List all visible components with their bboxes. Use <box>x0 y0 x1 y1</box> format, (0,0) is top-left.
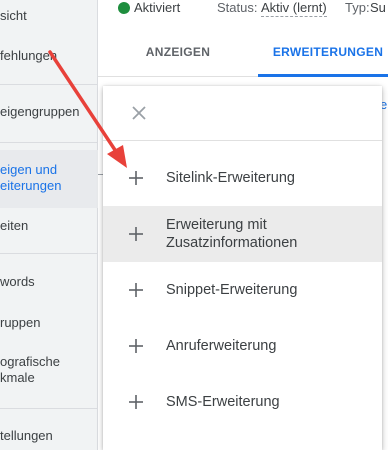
menu-item-sitelink-extension[interactable]: Sitelink-Erweiterung <box>103 150 382 206</box>
sidebar-item-audiences[interactable]: ruppen <box>0 315 98 331</box>
menu-item-label-line2: Zusatzinformationen <box>166 235 298 251</box>
menu-item-sms-extension[interactable]: SMS-Erweiterung <box>103 374 382 430</box>
extension-type-menu: Sitelink-Erweiterung Erweiterung mit Zus… <box>103 86 382 450</box>
sidebar-item-label: sicht <box>0 8 27 23</box>
menu-item-label-line1: Erweiterung mit <box>166 217 267 233</box>
sidebar-item-label-line1: ografische <box>0 354 60 369</box>
sidebar-item-label: eiten <box>0 218 29 233</box>
menu-item-snippet-extension[interactable]: Snippet-Erweiterung <box>103 262 382 318</box>
menu-item-call-extension[interactable]: Anruferweiterung <box>103 318 382 374</box>
plus-icon <box>129 227 143 241</box>
sidebar-item-label: fehlungen <box>0 48 58 63</box>
status-dot-icon <box>118 2 130 14</box>
tab-ads[interactable]: ANZEIGEN <box>98 28 258 76</box>
sidebar-item-landing-pages[interactable]: eiten <box>0 218 98 234</box>
sidebar-item-keywords[interactable]: words <box>0 274 98 290</box>
sidebar-item-label: eigengruppen <box>0 104 80 119</box>
sidebar-item-label: tellungen <box>0 428 53 443</box>
menu-item-callout-extension[interactable]: Erweiterung mit Zusatzinformationen <box>103 206 382 262</box>
sidebar-divider <box>0 408 98 409</box>
active-tab-indicator <box>258 74 388 77</box>
status-value[interactable]: Aktiv (lernt) <box>261 0 327 17</box>
sidebar-item-ads-and-extensions[interactable]: eigen und eiterungen <box>0 150 98 208</box>
plus-icon <box>129 171 143 185</box>
menu-item-label: Anruferweiterung <box>166 338 277 354</box>
type-value: Su <box>370 0 386 15</box>
status-label: Status: <box>217 0 258 15</box>
sidebar-item-label: words <box>0 274 35 289</box>
status-bar: Aktiviert Status: Aktiv (lernt) Typ: Su <box>98 0 388 28</box>
plus-icon <box>129 283 143 297</box>
sidebar-item-overview[interactable]: sicht <box>0 8 98 24</box>
menu-header <box>103 86 382 141</box>
sidebar-item-label-line2: eiterungen <box>0 178 62 193</box>
sidebar-divider <box>0 142 98 143</box>
sidebar-divider <box>0 253 98 254</box>
plus-icon <box>129 395 143 409</box>
tab-bar: ANZEIGEN ERWEITERUNGEN <box>98 28 388 77</box>
menu-item-label: Sitelink-Erweiterung <box>166 170 295 186</box>
left-navigation: sicht fehlungen eigengruppen eigen und e… <box>0 0 98 450</box>
sidebar-divider <box>0 84 98 85</box>
sidebar-item-label-line1: eigen und <box>0 162 58 177</box>
close-icon[interactable] <box>130 104 148 122</box>
tab-extensions[interactable]: ERWEITERUNGEN <box>258 28 388 76</box>
sidebar-item-label-line2: kmale <box>0 370 35 385</box>
menu-item-label: SMS-Erweiterung <box>166 394 280 410</box>
sidebar-item-recommendations[interactable]: fehlungen <box>0 48 98 64</box>
plus-icon <box>129 339 143 353</box>
sidebar-item-settings[interactable]: tellungen <box>0 428 98 444</box>
type-label: Typ: <box>345 0 370 15</box>
sidebar-item-demographics[interactable]: ografische kmale <box>0 354 98 386</box>
menu-item-label: Snippet-Erweiterung <box>166 282 298 298</box>
sidebar-item-label: ruppen <box>0 315 41 330</box>
active-status-text: Aktiviert <box>134 0 181 15</box>
sidebar-item-ad-groups[interactable]: eigengruppen <box>0 104 98 120</box>
